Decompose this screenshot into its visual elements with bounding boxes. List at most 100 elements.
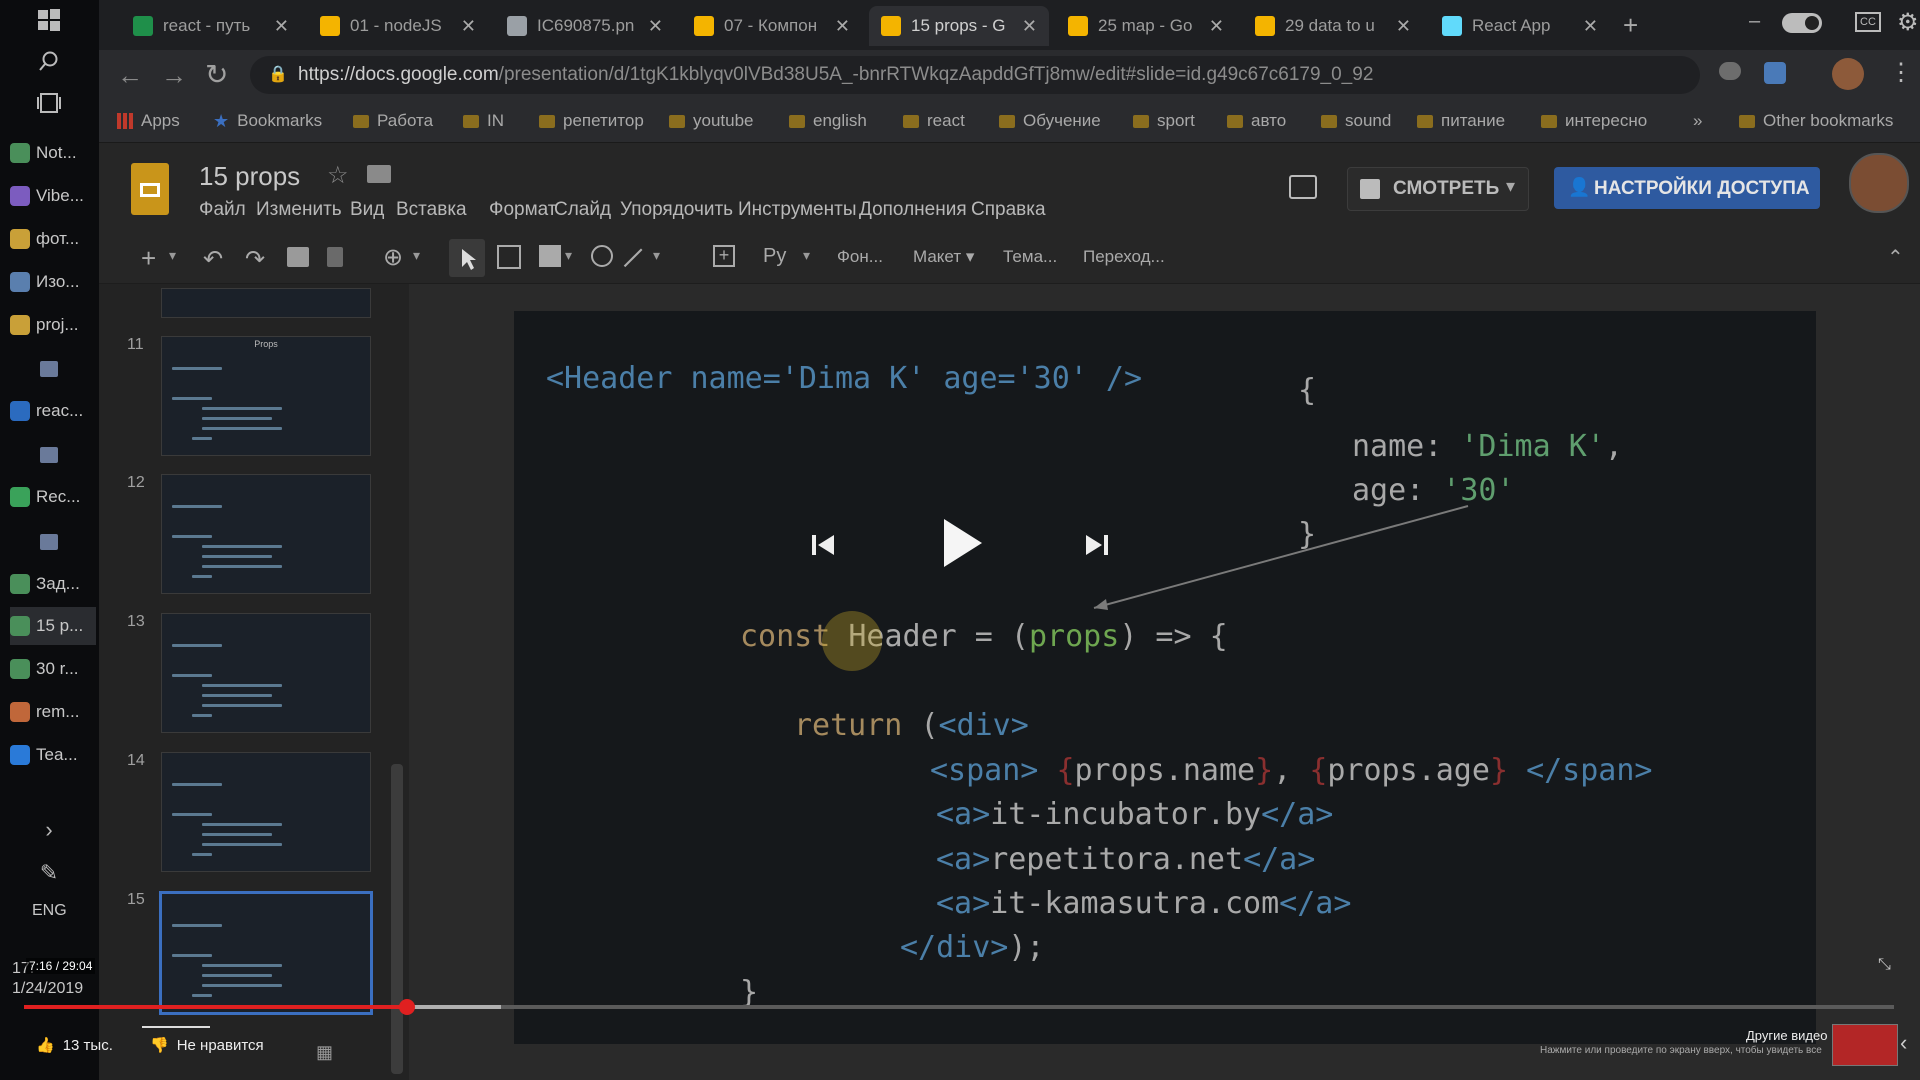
taskbar-item[interactable]: 30 r...: [10, 650, 96, 688]
menu-item[interactable]: Дополнения: [859, 199, 967, 221]
chevron-down-icon[interactable]: ▾: [803, 247, 810, 264]
chevron-down-icon[interactable]: ▾: [653, 247, 660, 264]
slide-thumbnail[interactable]: [161, 288, 371, 318]
url-input[interactable]: 🔒 https://docs.google.com/presentation/d…: [250, 56, 1700, 94]
bookmark-item[interactable]: авто: [1227, 100, 1286, 142]
taskbar-item[interactable]: Rec...: [10, 478, 96, 516]
forward-arrow-icon[interactable]: →: [161, 60, 187, 91]
share-button[interactable]: 👤 НАСТРОЙКИ ДОСТУПА: [1554, 167, 1820, 209]
user-avatar[interactable]: [1849, 153, 1909, 213]
settings-gear-icon[interactable]: ⚙: [1897, 8, 1919, 37]
video-thumbnail[interactable]: [1832, 1024, 1898, 1066]
move-folder-icon[interactable]: [367, 165, 391, 183]
slide-thumbnail[interactable]: Props: [161, 336, 371, 456]
close-tab-icon[interactable]: ✕: [1209, 16, 1224, 37]
bookmark-item[interactable]: react: [903, 100, 965, 142]
window-icon[interactable]: [34, 528, 64, 558]
close-tab-icon[interactable]: ✕: [1583, 16, 1598, 37]
theme-button[interactable]: Тема...: [1003, 247, 1057, 267]
close-tab-icon[interactable]: ✕: [648, 16, 663, 37]
search-icon[interactable]: [34, 50, 64, 80]
chevron-down-icon[interactable]: ▾: [1506, 176, 1515, 197]
close-tab-icon[interactable]: ✕: [274, 16, 289, 37]
text-box-icon[interactable]: [497, 245, 521, 269]
bookmark-item[interactable]: Обучение: [999, 100, 1101, 142]
other-videos-label[interactable]: Другие видео: [1746, 1028, 1827, 1043]
background-button[interactable]: Фон...: [837, 247, 883, 267]
present-button[interactable]: СМОТРЕТЬ ▾: [1347, 167, 1529, 211]
taskbar-item[interactable]: Vibe...: [10, 177, 96, 215]
fullscreen-exit-icon[interactable]: ⤡: [1878, 956, 1891, 974]
bookmark-item[interactable]: sound: [1321, 100, 1391, 142]
extension-cloud-icon[interactable]: [1719, 62, 1741, 80]
zoom-icon[interactable]: ⊕: [383, 243, 403, 272]
menu-item[interactable]: Вставка: [396, 199, 467, 221]
taskbar-item[interactable]: Tea...: [10, 736, 96, 774]
chevron-left-icon[interactable]: ‹: [1900, 1030, 1907, 1056]
minimize-button[interactable]: –: [1749, 10, 1760, 33]
browser-menu-icon[interactable]: ⋮: [1889, 58, 1913, 87]
add-slide-icon[interactable]: +: [141, 243, 156, 274]
insert-comment-icon[interactable]: +: [713, 245, 735, 267]
slide-thumbnail[interactable]: [161, 752, 371, 872]
browser-tab[interactable]: IC690875.pn ✕: [495, 6, 675, 46]
task-view-icon[interactable]: [34, 92, 64, 122]
menu-item[interactable]: Слайд: [554, 199, 611, 221]
chevron-right-icon[interactable]: ›: [34, 815, 64, 845]
close-tab-icon[interactable]: ✕: [461, 16, 476, 37]
menu-item[interactable]: Изменить: [256, 199, 342, 221]
slide-thumbnail[interactable]: [161, 613, 371, 733]
shape-icon[interactable]: [591, 245, 613, 267]
taskbar-item[interactable]: reac...: [10, 392, 96, 430]
close-tab-icon[interactable]: ✕: [1022, 16, 1037, 37]
filmstrip-scrollbar[interactable]: [391, 764, 403, 1074]
windows-start-icon[interactable]: [34, 8, 64, 38]
paint-format-icon[interactable]: [327, 247, 343, 267]
slide-thumbnail[interactable]: [161, 474, 371, 594]
image-icon[interactable]: [539, 245, 561, 267]
play-icon[interactable]: [940, 517, 984, 574]
video-progress-bar[interactable]: [24, 999, 1894, 1015]
reload-icon[interactable]: ↻: [205, 58, 228, 91]
menu-item[interactable]: Формат: [489, 199, 557, 221]
redo-icon[interactable]: ↷: [245, 245, 265, 274]
comments-icon[interactable]: [1289, 175, 1317, 199]
layout-button[interactable]: Макет ▾: [913, 247, 974, 267]
bookmark-item[interactable]: Apps: [117, 100, 180, 142]
taskbar-item[interactable]: rem...: [10, 693, 96, 731]
bookmark-item[interactable]: питание: [1417, 100, 1505, 142]
menu-item[interactable]: Инструменты: [738, 199, 856, 221]
bookmark-item[interactable]: IN: [463, 100, 504, 142]
windows-media-icon[interactable]: [34, 355, 64, 385]
taskbar-item[interactable]: Изо...: [10, 263, 96, 301]
star-icon[interactable]: ☆: [327, 161, 349, 190]
film-icon[interactable]: [34, 441, 64, 471]
menu-item[interactable]: Упорядочить: [620, 199, 733, 221]
select-tool-icon[interactable]: [449, 239, 485, 277]
browser-tab[interactable]: 15 props - G ✕: [869, 6, 1049, 46]
slides-logo-icon[interactable]: [131, 163, 169, 215]
line-icon[interactable]: |: [621, 243, 648, 270]
bookmarks-overflow-button[interactable]: »: [1693, 100, 1702, 142]
like-button[interactable]: 👍 13 тыс.: [36, 1036, 113, 1055]
taskbar-item[interactable]: 15 p...: [10, 607, 96, 645]
profile-avatar[interactable]: [1832, 58, 1864, 90]
taskbar-item[interactable]: Зад...: [10, 565, 96, 603]
menu-item[interactable]: Файл: [199, 199, 246, 221]
toggle-switch[interactable]: [1782, 13, 1822, 33]
captions-icon[interactable]: CC: [1855, 12, 1881, 32]
browser-tab[interactable]: 29 data to u ✕: [1243, 6, 1423, 46]
browser-tab[interactable]: 25 map - Go ✕: [1056, 6, 1236, 46]
taskbar-item[interactable]: Not...: [10, 134, 96, 172]
language-indicator[interactable]: ENG: [32, 902, 67, 920]
menu-item[interactable]: Вид: [350, 199, 384, 221]
bookmark-item[interactable]: репетитор: [539, 100, 644, 142]
dislike-button[interactable]: 👎 Не нравится: [150, 1036, 264, 1055]
bookmark-item[interactable]: интересно: [1541, 100, 1647, 142]
chevron-down-icon[interactable]: ▾: [413, 247, 420, 264]
document-title[interactable]: 15 props: [199, 161, 300, 192]
next-icon[interactable]: [1082, 533, 1110, 562]
chevron-down-icon[interactable]: ▾: [565, 247, 572, 264]
chevron-down-icon[interactable]: ▾: [169, 247, 176, 264]
collapse-toolbar-icon[interactable]: ⌃: [1887, 245, 1904, 270]
